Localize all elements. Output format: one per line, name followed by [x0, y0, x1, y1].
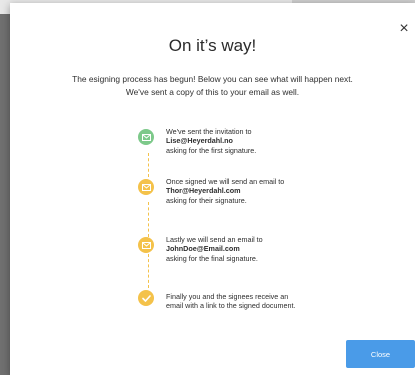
close-icon[interactable]: ×	[396, 21, 412, 37]
step-line: email with a link to the signed document…	[166, 301, 296, 311]
step-description: We've sent the invitation to Lise@Heyerd…	[166, 127, 356, 155]
dialog-title: On it’s way!	[168, 36, 257, 55]
step-description: Lastly we will send an email to JohnDoe@…	[166, 235, 356, 263]
envelope-icon	[138, 129, 154, 145]
step-line: Finally you and the signees receive an	[166, 292, 289, 301]
step-line: Once signed we will send an email to	[166, 177, 285, 186]
dialog-description: The esigning process has begun! Below yo…	[72, 74, 353, 97]
step-line: asking for the first signature.	[166, 145, 257, 155]
signing-status-dialog: × On it’s way! The esigning process has …	[10, 3, 415, 375]
checkmark-icon	[138, 290, 154, 306]
timeline-connector	[148, 153, 149, 177]
step-description: Finally you and the signees receive an e…	[166, 292, 356, 311]
envelope-icon	[138, 237, 154, 253]
step-email: Lise@Heyerdahl.no	[166, 136, 233, 146]
step-line: asking for the final signature.	[166, 253, 258, 263]
step-email: JohnDoe@Email.com	[166, 244, 240, 254]
step-line: We've sent the invitation to	[166, 127, 252, 136]
step-line: Lastly we will send an email to	[166, 235, 263, 244]
timeline-connector	[148, 202, 149, 237]
envelope-icon	[138, 179, 154, 195]
step-line: asking for their signature.	[166, 195, 247, 205]
close-button[interactable]: Close	[346, 340, 415, 368]
timeline-connector	[148, 254, 149, 288]
step-description: Once signed we will send an email to Tho…	[166, 177, 356, 205]
step-email: Thor@Heyerdahl.com	[166, 186, 241, 196]
